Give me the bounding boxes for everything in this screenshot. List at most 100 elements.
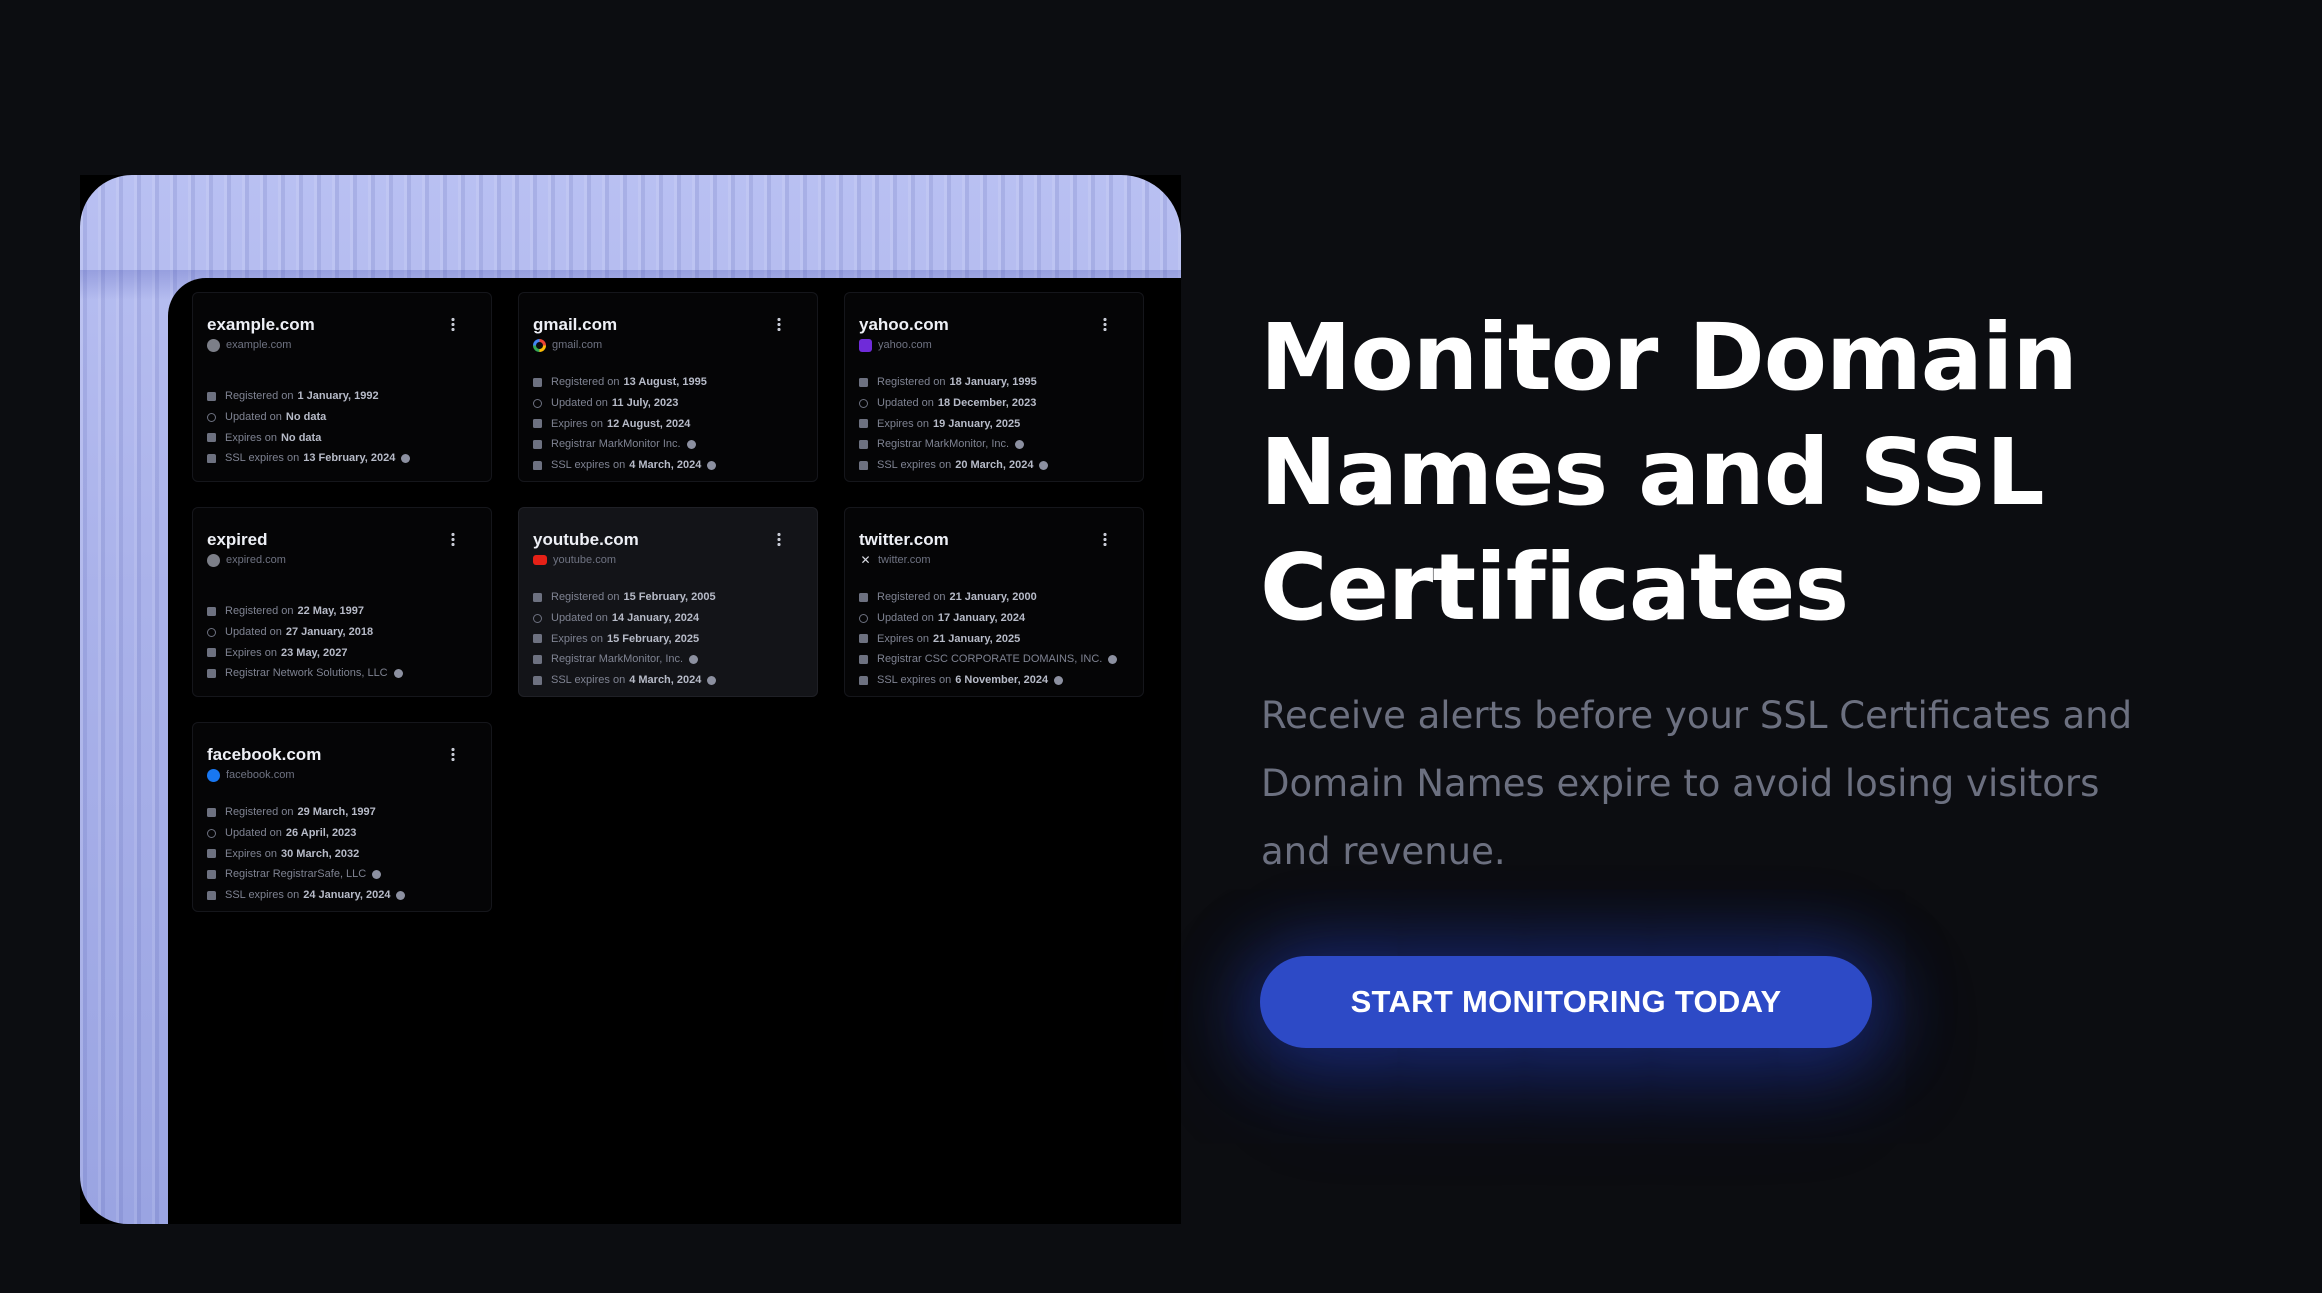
row-value: RegistrarSafe, LLC bbox=[272, 868, 367, 881]
globe-icon bbox=[207, 553, 220, 567]
info-icon[interactable] bbox=[372, 869, 382, 879]
refresh-icon bbox=[207, 412, 216, 422]
row-label: Updated on bbox=[551, 397, 608, 410]
lock-icon bbox=[533, 460, 542, 470]
updated-row: Updated on 26 April, 2023 bbox=[207, 823, 491, 844]
expires-row: Expires on 15 February, 2025 bbox=[533, 628, 817, 649]
row-value: 4 March, 2024 bbox=[629, 459, 702, 472]
domain-card-url: expired.com bbox=[226, 554, 286, 566]
row-value: 20 March, 2024 bbox=[955, 459, 1034, 472]
hero-title-line: Monitor Domain bbox=[1260, 304, 2078, 411]
calendar-icon bbox=[207, 606, 216, 616]
lock-icon bbox=[859, 675, 868, 685]
updated-row: Updated on No data bbox=[207, 407, 491, 428]
info-icon[interactable] bbox=[1054, 675, 1064, 685]
registrar-icon bbox=[533, 439, 542, 449]
start-monitoring-button[interactable]: START MONITORING TODAY bbox=[1260, 956, 1872, 1048]
domain-card[interactable]: twitter.com ✕ twitter.com Registered on 2… bbox=[844, 507, 1144, 697]
more-options-icon[interactable] bbox=[451, 532, 455, 546]
row-label: Registered on bbox=[877, 376, 946, 389]
info-icon[interactable] bbox=[686, 439, 696, 449]
row-value: 12 August, 2024 bbox=[606, 417, 691, 430]
info-icon[interactable] bbox=[689, 654, 699, 664]
domain-card-title: facebook.com bbox=[207, 745, 322, 764]
refresh-icon bbox=[533, 613, 542, 623]
more-options-icon[interactable] bbox=[1103, 532, 1107, 546]
row-label: SSL expires on bbox=[225, 452, 300, 465]
row-label: Updated on bbox=[225, 411, 282, 424]
info-icon[interactable] bbox=[396, 890, 406, 900]
info-icon[interactable] bbox=[401, 453, 411, 463]
row-value: 23 May, 2027 bbox=[280, 646, 348, 659]
row-value: 17 January, 2024 bbox=[937, 612, 1026, 625]
domain-card[interactable]: facebook.com facebook.com Registered on 2… bbox=[192, 722, 492, 912]
row-value: 29 March, 1997 bbox=[297, 806, 376, 819]
row-value: 24 January, 2024 bbox=[303, 889, 391, 902]
registrar-row: Registrar Network Solutions, LLC bbox=[207, 663, 491, 684]
row-value: 1 January, 1992 bbox=[297, 390, 379, 403]
row-label: Expires on bbox=[225, 847, 277, 860]
row-value: 15 February, 2005 bbox=[623, 591, 716, 604]
refresh-icon bbox=[533, 398, 542, 408]
registered-row: Registered on 13 August, 1995 bbox=[533, 372, 817, 393]
more-options-icon[interactable] bbox=[777, 317, 781, 331]
registrar-row: Registrar CSC CORPORATE DOMAINS, INC. bbox=[859, 649, 1143, 670]
row-value: MarkMonitor Inc. bbox=[598, 438, 681, 451]
row-label: Registrar bbox=[225, 868, 270, 881]
refresh-icon bbox=[207, 828, 216, 838]
domain-card[interactable]: gmail.com gmail.com Registered on 13 Augu… bbox=[518, 292, 818, 482]
ssl-row: SSL expires on 6 November, 2024 bbox=[859, 670, 1143, 691]
registrar-icon bbox=[859, 654, 868, 664]
domain-card-url: example.com bbox=[226, 339, 292, 351]
registrar-icon bbox=[207, 869, 216, 879]
row-label: Registrar bbox=[225, 667, 270, 680]
refresh-icon bbox=[859, 398, 868, 408]
row-label: Registrar bbox=[877, 438, 922, 451]
row-label: SSL expires on bbox=[877, 674, 952, 687]
calendar-icon bbox=[533, 592, 542, 602]
calendar-icon bbox=[207, 807, 216, 817]
row-label: Registered on bbox=[551, 591, 620, 604]
registrar-row: Registrar MarkMonitor, Inc. bbox=[859, 434, 1143, 455]
globe-icon bbox=[207, 338, 220, 352]
info-icon[interactable] bbox=[1108, 654, 1118, 664]
row-label: Registrar bbox=[877, 653, 922, 666]
info-icon[interactable] bbox=[393, 668, 403, 678]
ssl-row: SSL expires on 13 February, 2024 bbox=[207, 448, 491, 469]
more-options-icon[interactable] bbox=[451, 317, 455, 331]
domain-card[interactable]: youtube.com youtube.com Registered on 15 … bbox=[518, 507, 818, 697]
domain-card[interactable]: example.com example.com Registered on 1 J… bbox=[192, 292, 492, 482]
more-options-icon[interactable] bbox=[777, 532, 781, 546]
registrar-icon bbox=[207, 668, 216, 678]
info-icon[interactable] bbox=[1039, 460, 1049, 470]
row-label: Updated on bbox=[225, 827, 282, 840]
more-options-icon[interactable] bbox=[451, 747, 455, 761]
row-label: Expires on bbox=[877, 632, 929, 645]
info-icon[interactable] bbox=[707, 460, 717, 470]
row-value: 30 March, 2032 bbox=[280, 847, 360, 860]
refresh-icon bbox=[207, 627, 216, 637]
expires-row: Expires on 19 January, 2025 bbox=[859, 413, 1143, 434]
row-value: 6 November, 2024 bbox=[955, 674, 1049, 687]
row-value: MarkMonitor, Inc. bbox=[924, 438, 1010, 451]
domain-grid-panel: example.com example.com Registered on 1 J… bbox=[168, 278, 1181, 1224]
info-icon[interactable] bbox=[1015, 439, 1025, 449]
ssl-row: SSL expires on 24 January, 2024 bbox=[207, 885, 491, 906]
domain-card-title: twitter.com bbox=[859, 530, 949, 549]
domain-card-title: expired bbox=[207, 530, 268, 549]
domain-card[interactable]: yahoo.com yahoo.com Registered on 18 Janu… bbox=[844, 292, 1144, 482]
row-value: Network Solutions, LLC bbox=[272, 667, 388, 680]
x-icon: ✕ bbox=[860, 552, 871, 567]
info-icon[interactable] bbox=[707, 675, 717, 685]
more-options-icon[interactable] bbox=[1103, 317, 1107, 331]
domain-card[interactable]: expired expired.com Registered on 22 May,… bbox=[192, 507, 492, 697]
facebook-icon bbox=[207, 768, 220, 782]
row-label: Expires on bbox=[225, 431, 277, 444]
row-label: SSL expires on bbox=[225, 889, 300, 902]
registered-row: Registered on 18 January, 1995 bbox=[859, 372, 1143, 393]
expires-row: Expires on 30 March, 2032 bbox=[207, 843, 491, 864]
ssl-row: SSL expires on 20 March, 2024 bbox=[859, 455, 1143, 476]
dashboard-preview: example.com example.com Registered on 1 J… bbox=[80, 175, 1181, 1224]
domain-card-title: gmail.com bbox=[533, 315, 618, 334]
yahoo-icon bbox=[859, 338, 872, 352]
